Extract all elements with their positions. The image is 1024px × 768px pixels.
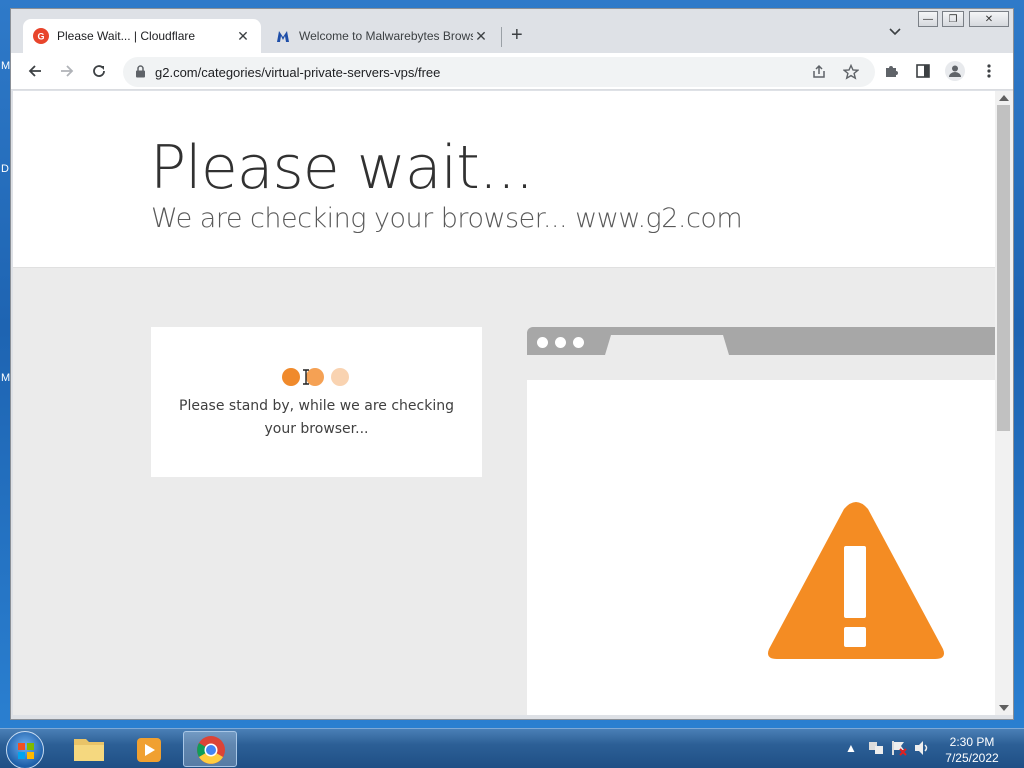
vertical-scrollbar[interactable] — [995, 91, 1013, 715]
share-icon[interactable] — [809, 62, 829, 82]
status-message: Please stand by, while we are checking y… — [179, 398, 454, 437]
extensions-icon[interactable] — [881, 61, 901, 81]
desktop-icon-label[interactable]: M — [1, 60, 10, 72]
warning-triangle-icon — [768, 502, 944, 659]
scrollbar-thumb[interactable] — [997, 105, 1010, 431]
taskbar-explorer[interactable] — [62, 731, 116, 767]
tab-close-icon[interactable]: ✕ — [235, 28, 251, 45]
desktop-icon-label[interactable]: D — [1, 163, 9, 175]
desktop-icon-label[interactable]: M — [1, 372, 10, 384]
close-window-button[interactable]: ✕ — [969, 11, 1009, 27]
system-tray: ▲ — [845, 741, 935, 757]
chrome-icon — [197, 736, 225, 764]
forward-icon[interactable] — [57, 61, 77, 81]
back-icon[interactable] — [25, 61, 45, 81]
tab-search-icon[interactable] — [889, 25, 901, 39]
status-card: Please stand by, while we are checking y… — [151, 327, 482, 477]
illustration-dot — [555, 337, 566, 348]
tab-title: Please Wait... | Cloudflare — [57, 29, 196, 43]
menu-kebab-icon[interactable] — [979, 61, 999, 81]
malwarebytes-favicon-icon — [275, 28, 291, 44]
text-cursor-icon — [302, 369, 310, 385]
illustration-browser-body — [527, 380, 995, 715]
illustration-dot — [573, 337, 584, 348]
restore-button[interactable]: ❐ — [942, 11, 964, 27]
toolbar: g2.com/categories/virtual-private-server… — [11, 53, 1013, 90]
clock-time: 2:30 PM — [949, 735, 995, 749]
url-text[interactable]: g2.com/categories/virtual-private-server… — [155, 65, 440, 80]
side-panel-icon[interactable] — [913, 61, 933, 81]
volume-icon[interactable] — [913, 739, 931, 757]
page-content: Please wait... We are checking your brow… — [13, 91, 995, 715]
clock[interactable]: 2:30 PM 7/25/2022 — [940, 734, 1004, 766]
browser-illustration — [527, 327, 995, 715]
network-icon[interactable] — [867, 739, 885, 757]
loading-dot — [282, 368, 300, 386]
page-title: Please wait... — [150, 133, 534, 203]
loading-dot — [331, 368, 349, 386]
lock-icon[interactable] — [135, 65, 146, 83]
tray-expand-icon[interactable]: ▲ — [845, 741, 857, 755]
taskbar: ▲ 2:30 PM 7/25/2022 — [0, 728, 1024, 768]
g2-favicon-icon: G — [33, 28, 49, 44]
illustration-browser-bar — [527, 327, 995, 355]
illustration-tab — [605, 335, 729, 355]
folder-icon — [74, 739, 104, 761]
taskbar-media-player[interactable] — [122, 731, 176, 767]
tab-strip: G Please Wait... | Cloudflare ✕ Welcome … — [11, 9, 1013, 53]
media-player-icon — [137, 738, 161, 762]
clock-date: 7/25/2022 — [945, 751, 999, 765]
page-subtitle: We are checking your browser... www.g2.c… — [151, 203, 743, 234]
windows-logo-icon — [18, 743, 34, 759]
action-center-icon[interactable] — [890, 739, 908, 757]
svg-text:G: G — [38, 32, 45, 42]
taskbar-chrome[interactable] — [183, 731, 237, 767]
browser-window: G Please Wait... | Cloudflare ✕ Welcome … — [10, 8, 1014, 720]
scroll-up-icon[interactable] — [999, 95, 1009, 101]
address-bar[interactable]: g2.com/categories/virtual-private-server… — [123, 57, 875, 87]
scroll-down-icon[interactable] — [999, 705, 1009, 711]
tab-separator — [501, 27, 502, 47]
illustration-dot — [537, 337, 548, 348]
start-button[interactable] — [6, 731, 44, 768]
tab-cloudflare[interactable]: G Please Wait... | Cloudflare ✕ — [23, 19, 261, 53]
tab-close-icon[interactable]: ✕ — [473, 28, 489, 45]
reload-icon[interactable] — [89, 61, 109, 81]
new-tab-button[interactable]: + — [511, 25, 523, 45]
tab-malwarebytes[interactable]: Welcome to Malwarebytes Brows ✕ — [265, 19, 499, 53]
profile-avatar-icon[interactable] — [945, 61, 965, 81]
tab-title: Welcome to Malwarebytes Brows — [299, 29, 473, 43]
minimize-button[interactable]: — — [918, 11, 938, 27]
bookmark-star-icon[interactable] — [841, 62, 861, 82]
page-header: Please wait... We are checking your brow… — [13, 91, 995, 268]
